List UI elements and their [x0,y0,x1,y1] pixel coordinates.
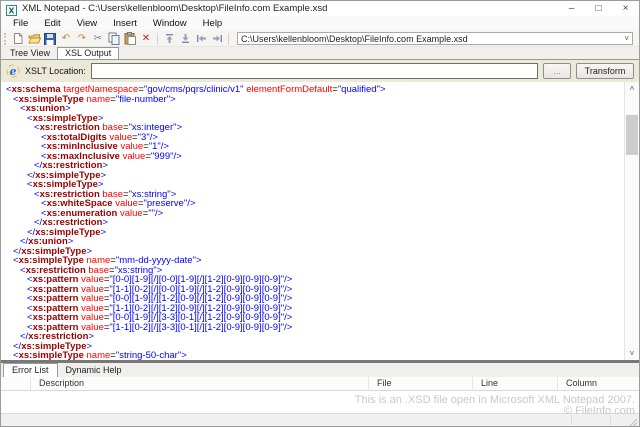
scroll-down-icon[interactable]: ˅ [625,347,639,360]
svg-text:X: X [8,7,15,16]
xml-source-view: <xs:schema targetNamespace="gov/cms/pqrs… [1,82,624,360]
column-header-file[interactable]: File [369,377,473,390]
view-tab-bar: Tree ViewXSL Output [1,47,639,59]
toolbar: ↶ ↷ ✂ ✕ C:\Users\kellenbloom\Desktop\Fil… [1,31,639,47]
xml-notepad-window: X XML Notepad - C:\Users\kellenbloom\Des… [0,0,640,427]
code-line: <xs:pattern value="[1-1][0-2][/][3-3][0-… [1,323,624,333]
xml-delimiter: > [380,84,386,95]
address-combobox[interactable]: C:\Users\kellenbloom\Desktop\FileInfo.co… [237,32,633,45]
browse-button[interactable]: ... [543,63,571,79]
resize-grip[interactable] [628,415,638,425]
xml-delimiter: /> [187,198,195,209]
xml-attribute-name: value [123,151,146,162]
menu-window[interactable]: Window [145,16,195,31]
column-header-description[interactable]: Description [31,377,369,390]
menu-file[interactable]: File [5,16,36,31]
tab-tree-view[interactable]: Tree View [3,47,57,59]
xml-attribute-name: elementFormDefault [246,84,332,95]
xml-attribute-value: "" [148,208,155,219]
status-separator [610,415,611,425]
open-folder-icon[interactable] [27,32,41,45]
new-document-icon[interactable] [11,32,25,45]
xml-attribute-value: "999" [151,151,174,162]
column-header-blank[interactable] [1,377,31,390]
toolbar-grip [4,33,7,45]
window-title: XML Notepad - C:\Users\kellenbloom\Deskt… [22,3,327,14]
xsl-output-pane: <xs:schema targetNamespace="gov/cms/pqrs… [1,82,639,360]
nudge-down-icon[interactable] [178,32,192,45]
xml-delimiter: > [181,350,187,360]
xslt-bar: e XSLT Location: ... Transform [1,59,639,82]
scroll-up-icon[interactable]: ˄ [625,82,639,95]
redo-icon[interactable]: ↷ [75,32,89,45]
menu-insert[interactable]: Insert [105,16,145,31]
vertical-scrollbar[interactable]: ˄ ˅ [624,82,639,360]
error-list-header: DescriptionFileLineColumn [1,377,639,391]
xslt-location-label: XSLT Location: [25,66,86,76]
xml-attribute-name: value [120,208,143,219]
address-value: C:\Users\kellenbloom\Desktop\FileInfo.co… [241,34,468,44]
xml-attribute-value: "qualified" [338,84,380,95]
xml-delimiter: /> [155,208,163,219]
menu-view[interactable]: View [69,16,105,31]
menu-help[interactable]: Help [195,16,231,31]
title-bar: X XML Notepad - C:\Users\kellenbloom\Des… [1,1,639,16]
code-line: <xs:simpleType name="file-number"> [1,95,624,105]
xml-delimiter: > [170,94,176,105]
save-icon[interactable] [43,32,57,45]
close-button[interactable]: × [612,1,639,16]
xml-notepad-app-icon: X [6,3,17,14]
toolbar-separator [157,33,158,45]
cut-icon[interactable]: ✂ [91,32,105,45]
xml-attribute-value: "string-50-char" [116,350,181,360]
paste-icon[interactable] [123,32,137,45]
xml-delimiter: /> [174,151,182,162]
tab-error-list[interactable]: Error List [3,363,58,377]
menu-edit[interactable]: Edit [36,16,68,31]
status-bar [1,413,639,426]
xslt-location-input[interactable] [91,63,538,79]
menu-bar: FileEditViewInsertWindowHelp [1,16,639,31]
xml-attribute-value: "[1-1][0-2][/][3-3][0-1][/][1-2][0-9][0-… [109,322,284,333]
undo-icon[interactable]: ↶ [59,32,73,45]
xml-attribute-name: name [87,350,111,360]
chevron-down-icon[interactable]: ˅ [621,34,632,43]
xml-delimiter: > [100,227,106,238]
svg-text:e: e [10,65,17,78]
tab-xsl-output[interactable]: XSL Output [57,47,119,59]
error-list-body [1,391,639,413]
nudge-up-icon[interactable] [162,32,176,45]
code-line: </xs:restriction> [1,332,624,342]
column-header-column[interactable]: Column [558,377,640,390]
tab-dynamic-help[interactable]: Dynamic Help [58,363,130,377]
transform-button[interactable]: Transform [576,63,634,79]
bottom-tab-bar: Error ListDynamic Help [1,363,639,377]
nudge-right-icon[interactable] [210,32,224,45]
minimize-button[interactable]: – [558,1,585,16]
scrollbar-thumb[interactable] [626,115,638,155]
xml-delimiter: /> [284,322,292,333]
code-line: </xs:union> [1,237,624,247]
xml-delimiter: > [177,122,183,133]
xml-attribute-name: name [87,94,111,105]
toolbar-separator [228,33,229,45]
nudge-left-icon[interactable] [194,32,208,45]
delete-icon[interactable]: ✕ [139,32,153,45]
copy-icon[interactable] [107,32,121,45]
status-separator [571,415,572,425]
maximize-button[interactable]: □ [585,1,612,16]
window-controls: – □ × [558,1,639,16]
column-header-line[interactable]: Line [473,377,558,390]
xml-element-name: xs:simpleType [19,350,84,360]
internet-explorer-icon: e [6,64,20,78]
code-line: </xs:simpleType> [1,228,624,238]
xml-attribute-value: "file-number" [116,94,170,105]
xml-delimiter: > [196,255,202,266]
